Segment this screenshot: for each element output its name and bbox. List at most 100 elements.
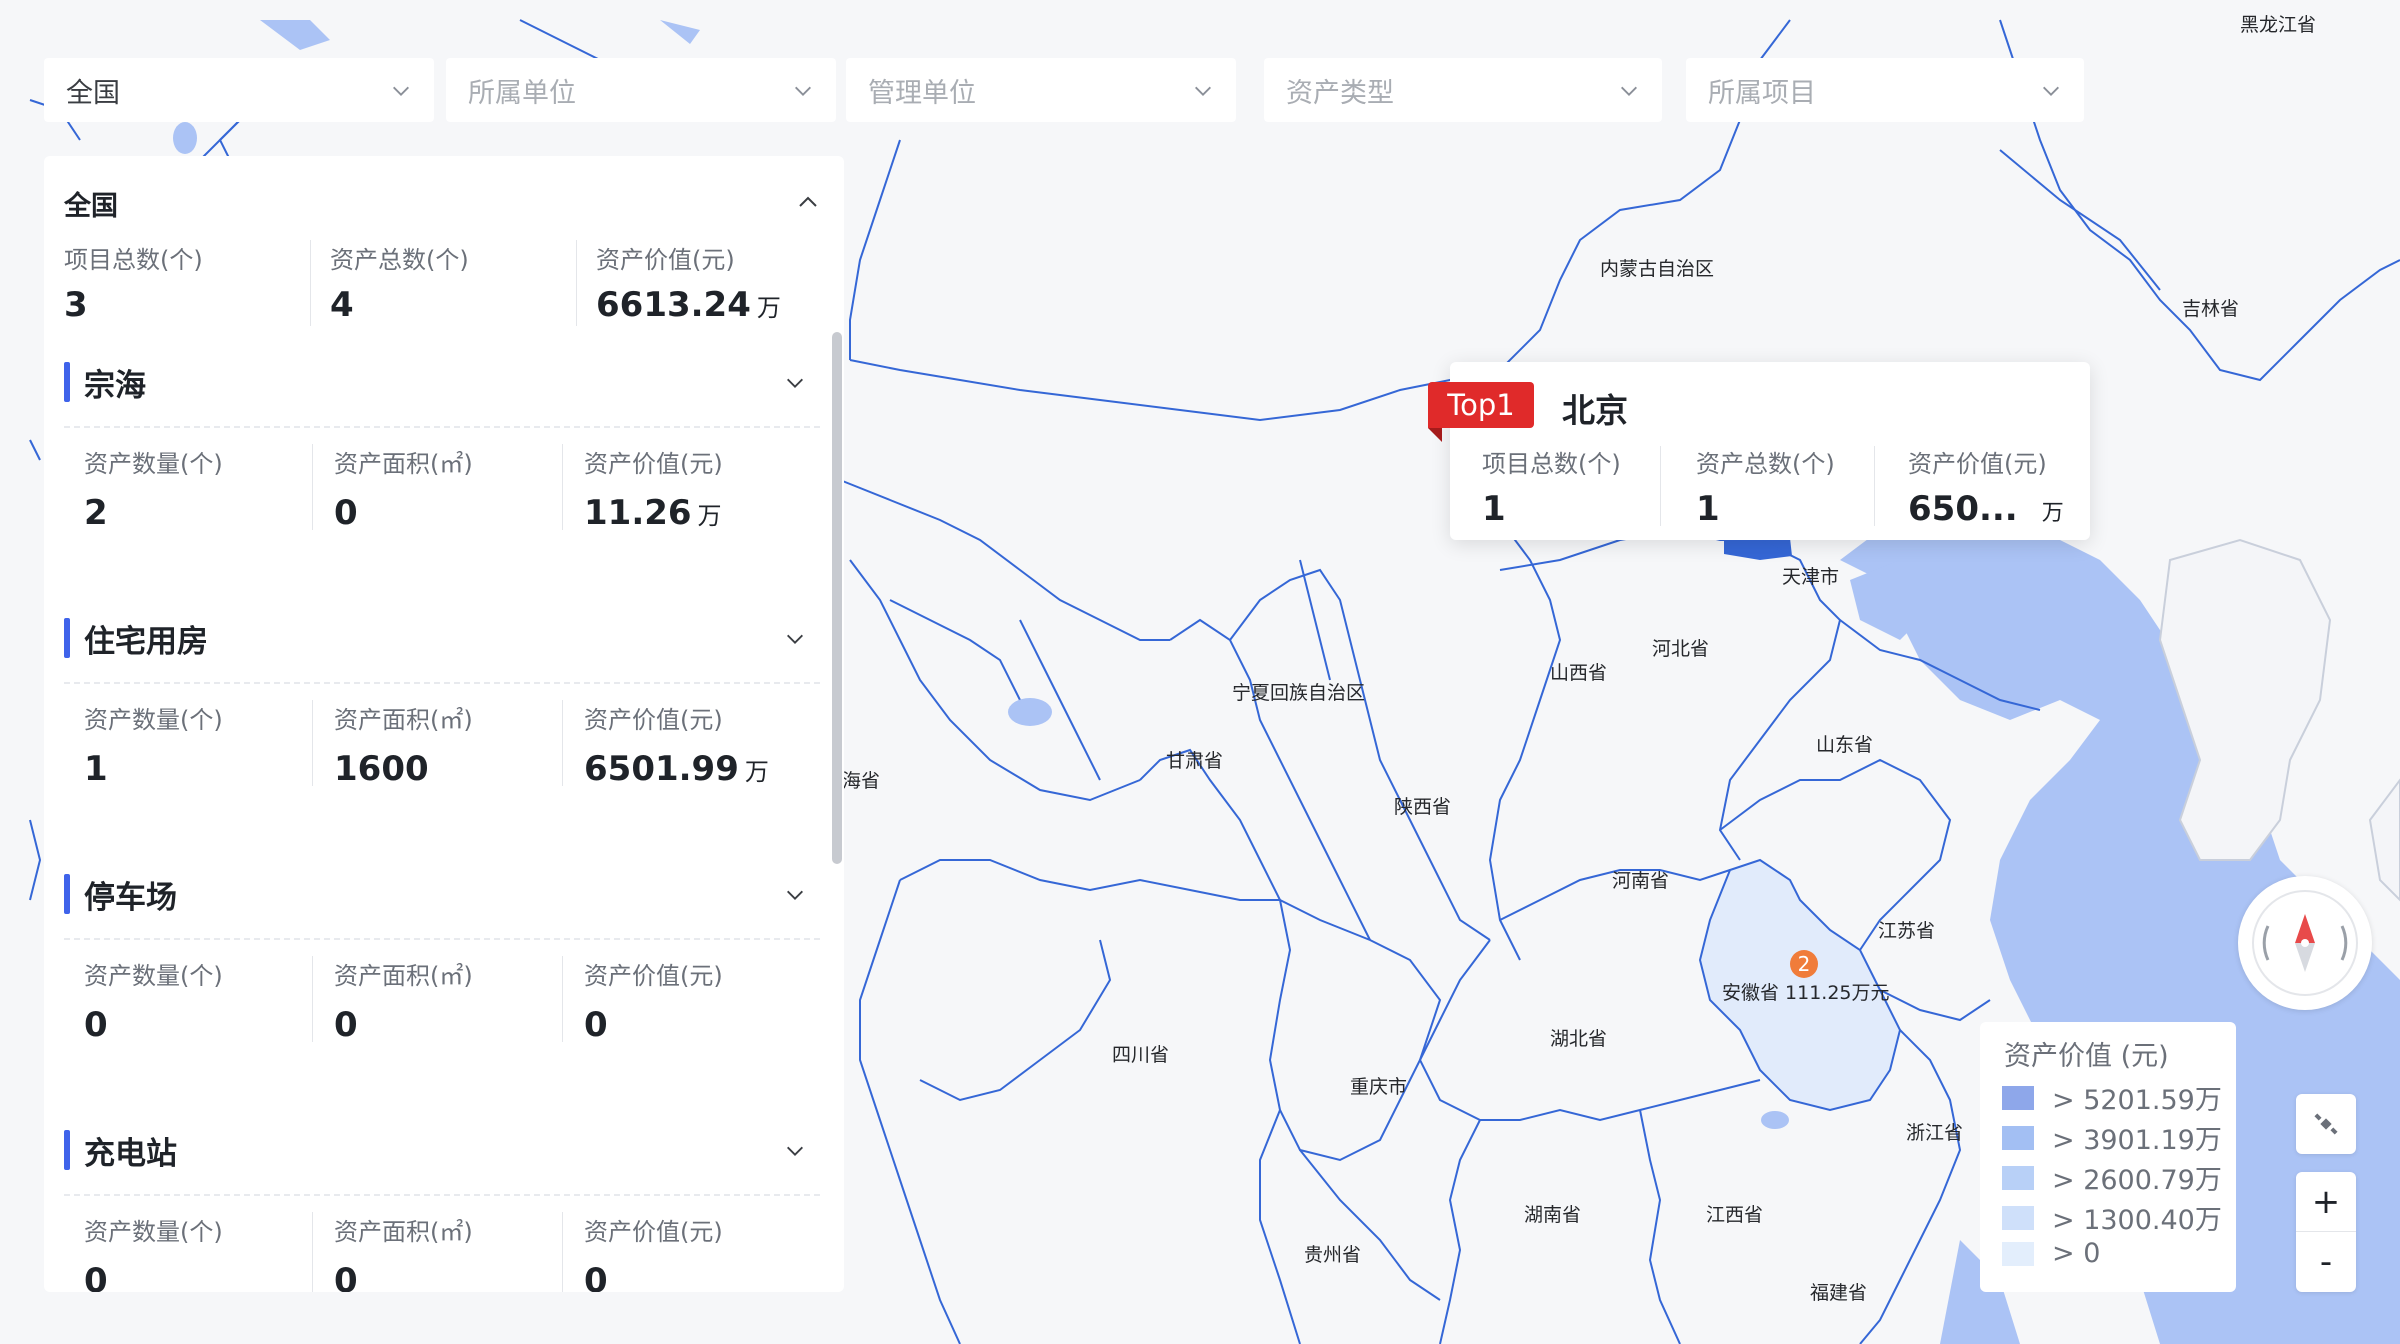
category-residential[interactable]: 住宅用房 资产数量(个) 1 资产面积(㎡) 1600 资产价值(元) 6501.99…	[64, 610, 820, 840]
metric-value: 资产价值(元) 0	[584, 962, 723, 1045]
accent-bar	[64, 362, 70, 402]
summary-asset-value: 资产价值(元) 6613.24 万	[576, 240, 842, 332]
metric-count: 资产数量(个) 2	[84, 450, 223, 533]
stat-value: 6613.24 万	[596, 285, 781, 325]
chevron-down-icon	[393, 86, 409, 96]
chevron-down-icon	[795, 86, 811, 96]
legend-item[interactable]: > 3901.19万	[2002, 1118, 2222, 1157]
tooltip-city: 北京	[1562, 391, 1628, 430]
tooltip-asset-value: 资产价值(元) 650... 万	[1908, 450, 2064, 529]
divider	[312, 700, 313, 786]
metric-count: 资产数量(个) 0	[84, 1218, 223, 1292]
label-heilongjiang: 黑龙江省	[2240, 14, 2317, 36]
category-zonghai[interactable]: 宗海 资产数量(个) 2 资产面积(㎡) 0 资产价值(元) 11.26 万	[64, 354, 820, 584]
beijing-highlight[interactable]	[1724, 538, 1792, 560]
compass-icon	[2252, 890, 2358, 996]
scrollbar-thumb[interactable]	[832, 332, 842, 864]
stats-panel: 全国 项目总数(个) 3 资产总数(个) 4 资产价值(元) 6613.24 万 …	[44, 156, 844, 1292]
lake	[660, 20, 700, 44]
metric-area: 资产面积(㎡) 0	[334, 962, 473, 1045]
lake	[260, 20, 330, 50]
metric-value: 资产价值(元) 11.26 万	[584, 450, 723, 533]
legend-item[interactable]: > 0	[2002, 1238, 2100, 1269]
chevron-up-icon[interactable]	[796, 190, 820, 214]
metric-count: 资产数量(个) 0	[84, 962, 223, 1045]
label-fujian: 福建省	[1810, 1282, 1868, 1304]
unit-select[interactable]: 所属单位	[446, 58, 836, 122]
label-chongqing: 重庆市	[1350, 1076, 1408, 1098]
category-charging[interactable]: 充电站 资产数量(个) 0 资产面积(㎡) 0 资产价值(元) 0	[64, 1122, 820, 1292]
zoom-out-button[interactable]: -	[2296, 1232, 2356, 1292]
chevron-down-icon[interactable]	[784, 372, 806, 394]
label-hubei: 湖北省	[1550, 1028, 1608, 1050]
category-metrics: 资产数量(个) 1 资产面积(㎡) 1600 资产价值(元) 6501.99 万	[64, 700, 820, 790]
korea-peninsula	[2158, 538, 2332, 861]
label-qinghai: 海省	[842, 770, 881, 792]
lake	[1008, 698, 1052, 726]
label-hunan: 湖南省	[1524, 1204, 1582, 1226]
label-shandong: 山东省	[1816, 734, 1874, 756]
accent-bar	[64, 1130, 70, 1170]
project-select-placeholder: 所属项目	[1708, 77, 1816, 109]
manager-select[interactable]: 管理单位	[846, 58, 1236, 122]
legend-item[interactable]: > 1300.40万	[2002, 1198, 2222, 1237]
zoom-in-button[interactable]: +	[2296, 1172, 2356, 1232]
separator	[64, 938, 820, 940]
label-zhejiang: 浙江省	[1906, 1122, 1964, 1144]
divider	[310, 240, 311, 326]
legend-item[interactable]: > 5201.59万	[2002, 1078, 2222, 1117]
metric-area: 资产面积(㎡) 0	[334, 1218, 473, 1292]
badge-tail	[1428, 428, 1442, 442]
accent-bar	[64, 618, 70, 658]
label-ningxia: 宁夏回族自治区	[1232, 682, 1366, 704]
label-jiangxi: 江西省	[1706, 1204, 1764, 1226]
asset-type-select[interactable]: 资产类型	[1264, 58, 1662, 122]
summary-stats: 项目总数(个) 3 资产总数(个) 4 资产价值(元) 6613.24 万	[44, 240, 844, 332]
category-name: 停车场	[84, 880, 177, 916]
region-select[interactable]: 全国	[44, 58, 434, 122]
divider	[576, 240, 577, 326]
label-inner-mongolia: 内蒙古自治区	[1600, 258, 1715, 280]
chevron-down-icon[interactable]	[784, 1140, 806, 1162]
divider	[1874, 446, 1875, 526]
legend-title: 资产价值 (元)	[2004, 1041, 2169, 1072]
label-jilin: 吉林省	[2182, 298, 2240, 320]
label-sichuan: 四川省	[1112, 1044, 1170, 1066]
divider	[312, 956, 313, 1042]
label-hebei: 河北省	[1652, 638, 1710, 660]
divider	[562, 700, 563, 786]
category-metrics: 资产数量(个) 2 资产面积(㎡) 0 资产价值(元) 11.26 万	[64, 444, 820, 534]
unit-select-placeholder: 所属单位	[468, 77, 576, 109]
legend-swatch	[2002, 1085, 2034, 1110]
lake	[173, 122, 197, 154]
separator	[64, 426, 820, 428]
label-anhui[interactable]: 安徽省 111.25万元	[1722, 984, 1890, 1003]
stat-label: 资产总数(个)	[330, 246, 469, 274]
stat-value: 3	[64, 285, 88, 325]
category-name: 充电站	[84, 1136, 177, 1172]
satellite-icon	[2314, 1113, 2338, 1135]
project-select[interactable]: 所属项目	[1686, 58, 2084, 122]
rank-badge: Top1	[1428, 382, 1534, 428]
asset-type-select-placeholder: 资产类型	[1286, 77, 1394, 109]
label-guizhou: 贵州省	[1304, 1244, 1362, 1266]
chevron-down-icon	[1195, 86, 1211, 96]
category-metrics: 资产数量(个) 0 资产面积(㎡) 0 资产价值(元) 0	[64, 1212, 820, 1292]
accent-bar	[64, 874, 70, 914]
metric-value: 资产价值(元) 0	[584, 1218, 723, 1292]
chevron-down-icon[interactable]	[784, 628, 806, 650]
separator	[64, 1194, 820, 1196]
chevron-down-icon[interactable]	[784, 884, 806, 906]
province-tooltip: Top1 北京 项目总数(个) 1 资产总数(个) 1 资产价值(元) 650.…	[1428, 362, 2090, 540]
anhui-count-marker[interactable]: 2	[1790, 950, 1818, 978]
label-shanxi: 山西省	[1550, 662, 1608, 684]
separator	[64, 682, 820, 684]
region-select-value: 全国	[66, 77, 120, 109]
chevron-down-icon	[2043, 86, 2059, 96]
legend-item[interactable]: > 2600.79万	[2002, 1158, 2222, 1197]
category-parking[interactable]: 停车场 资产数量(个) 0 资产面积(㎡) 0 资产价值(元) 0	[64, 866, 820, 1096]
satellite-toggle-button[interactable]	[2296, 1094, 2356, 1154]
label-tianjin: 天津市	[1782, 566, 1840, 588]
compass-control[interactable]	[2238, 876, 2372, 1010]
divider	[312, 444, 313, 530]
